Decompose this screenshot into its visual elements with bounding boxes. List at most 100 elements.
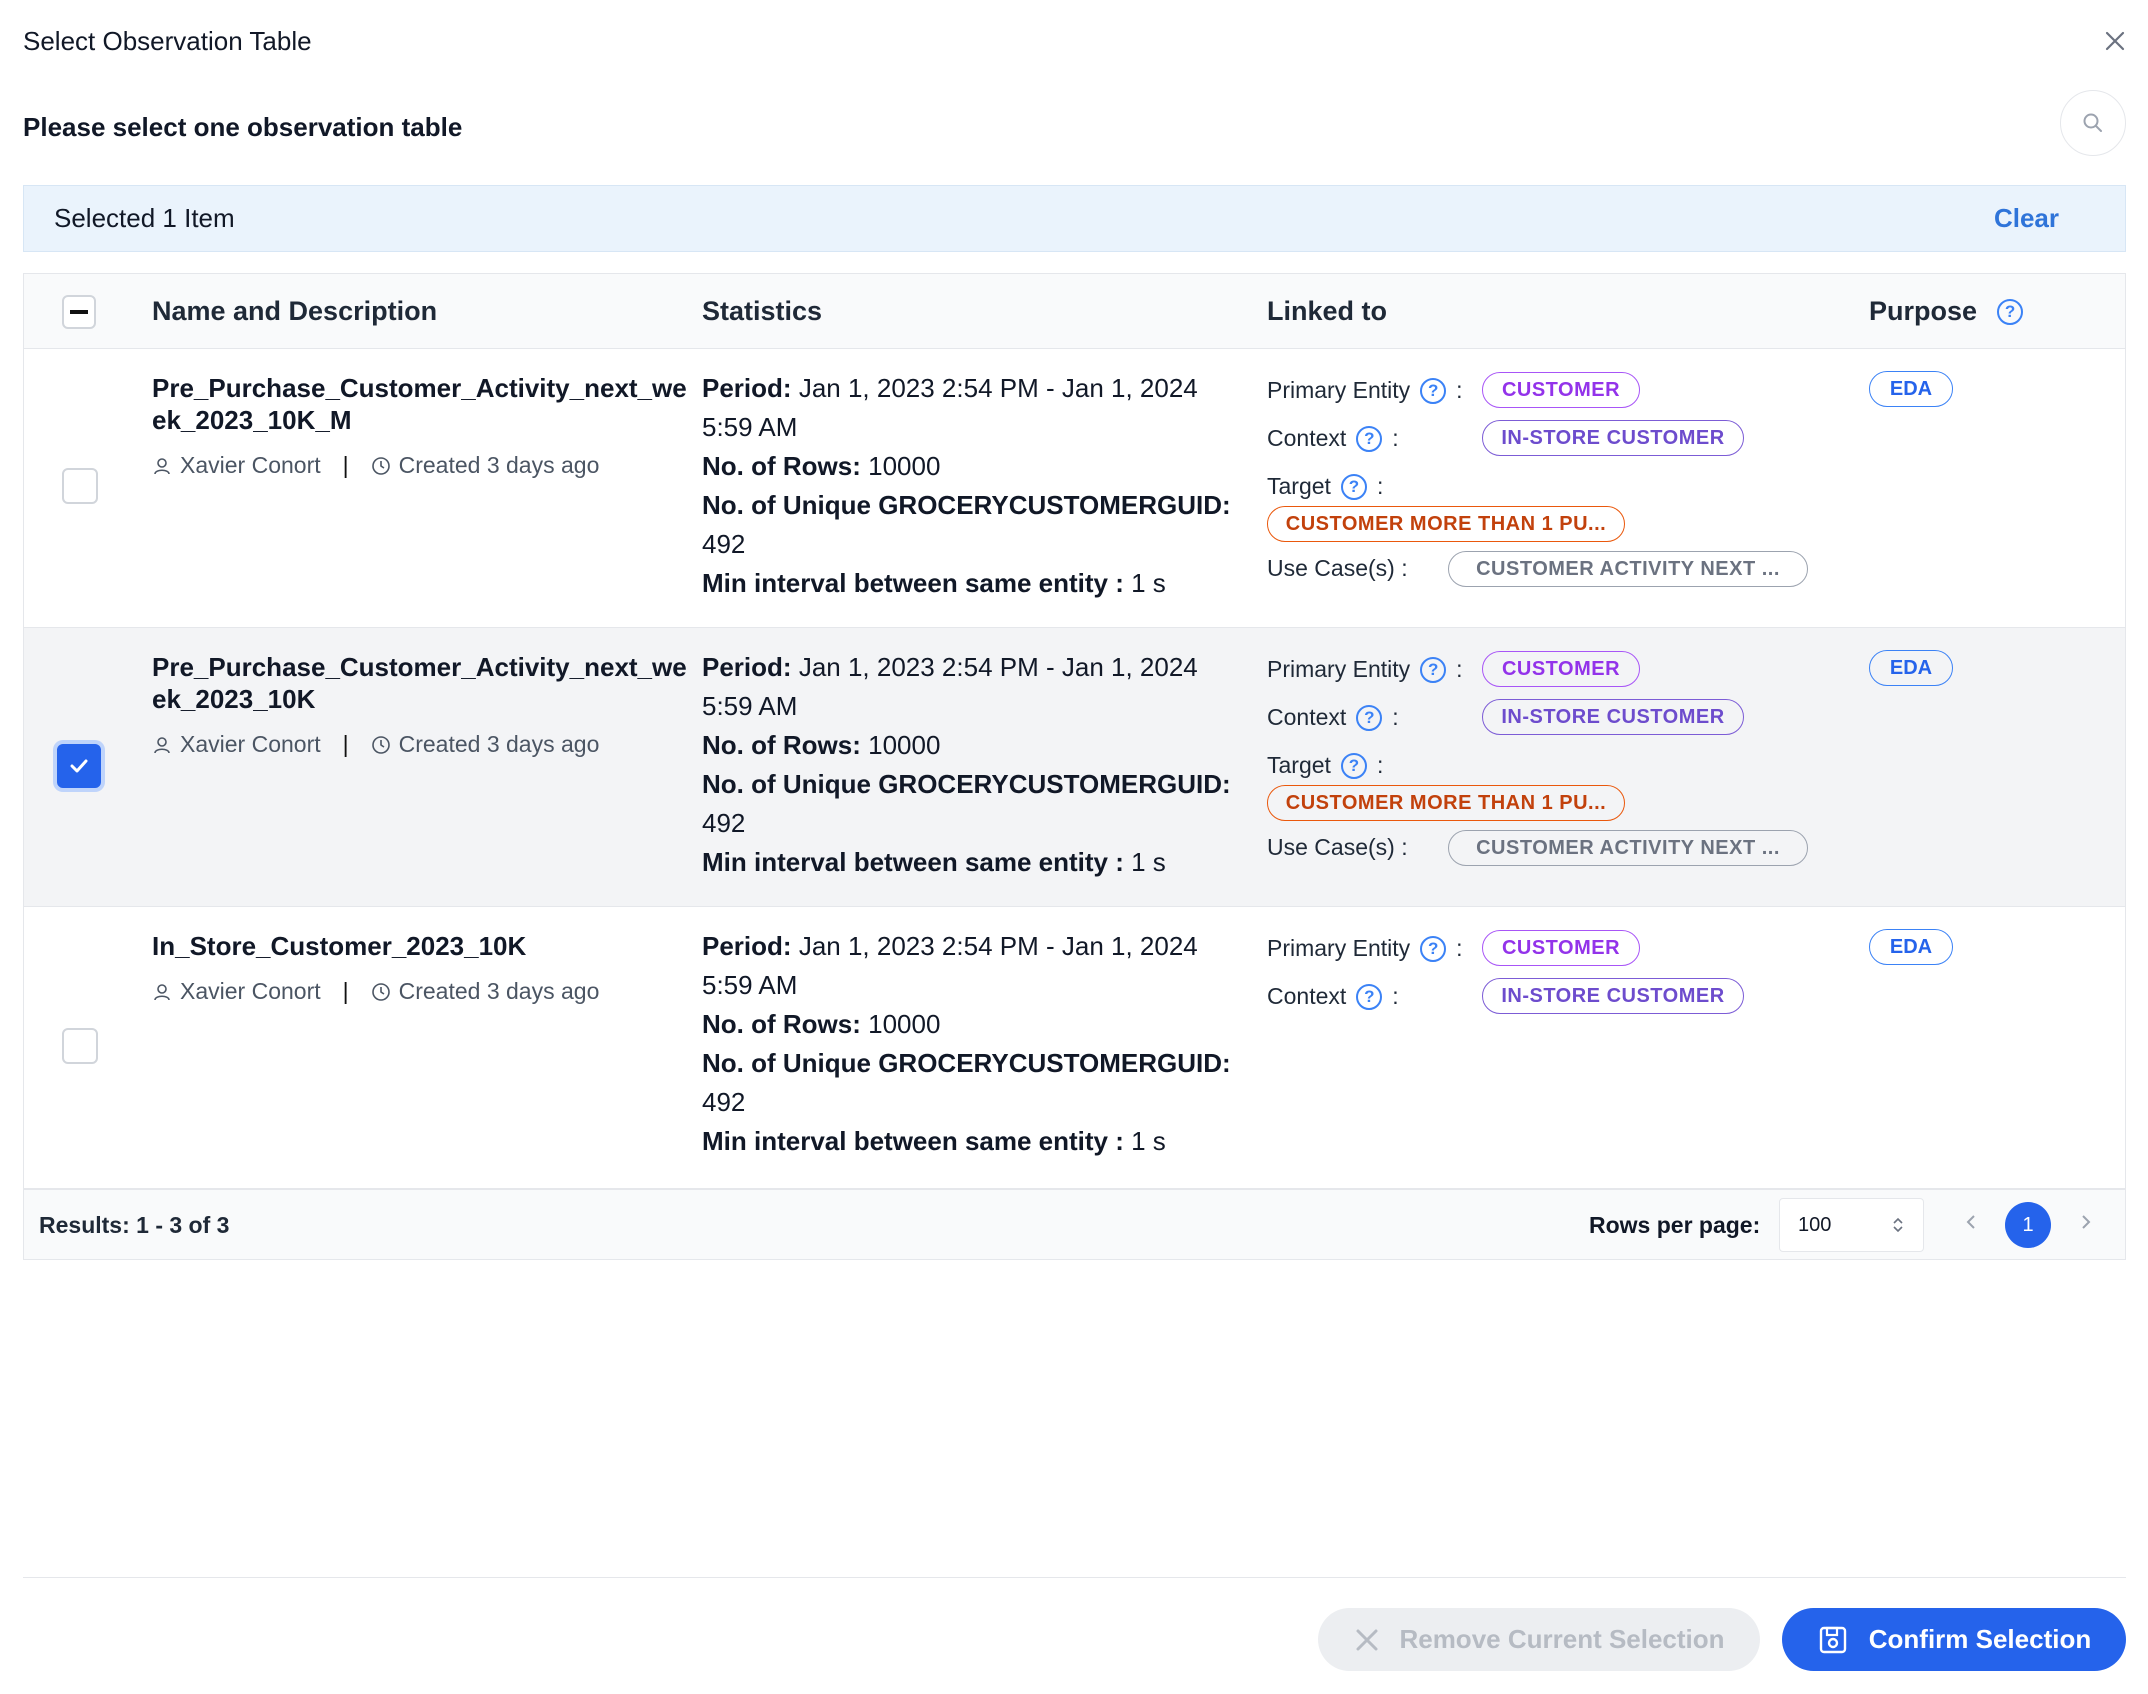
author-name: Xavier Conort <box>180 731 321 757</box>
created-time: Created 3 days ago <box>398 452 600 478</box>
table-name[interactable]: In_Store_Customer_2023_10K <box>152 930 692 962</box>
period-label: Period: <box>702 931 792 961</box>
table-row[interactable]: In_Store_Customer_2023_10K Xavier Conort… <box>24 907 2125 1189</box>
use-case-label: Use Case(s) : <box>1267 555 1408 581</box>
rows-per-page-label: Rows per page: <box>1589 1212 1761 1238</box>
context-label: Context <box>1267 704 1347 730</box>
confirm-selection-button[interactable]: Confirm Selection <box>1782 1608 2126 1671</box>
select-all-checkbox[interactable] <box>62 295 96 329</box>
footer-divider <box>23 1577 2126 1578</box>
row-linked: Primary Entity?: CUSTOMER Context?: IN-S… <box>1267 907 1827 1189</box>
target-label: Target <box>1267 473 1331 499</box>
column-header-name[interactable]: Name and Description <box>152 296 437 327</box>
help-icon[interactable]: ? <box>1356 425 1383 452</box>
rows-label: No. of Rows: <box>702 1009 861 1039</box>
selection-bar: Selected 1 Item Clear <box>23 185 2126 252</box>
help-icon[interactable]: ? <box>1420 656 1447 683</box>
table-footer: Results: 1 - 3 of 3 Rows per page: 100 1 <box>24 1189 2125 1259</box>
clear-button[interactable]: Clear <box>1994 203 2059 234</box>
modal-title: Select Observation Table <box>23 26 312 56</box>
unique-label: No. of Unique GROCERYCUSTOMERGUID: <box>702 490 1231 520</box>
row-checkbox[interactable] <box>62 468 98 504</box>
row-checkbox[interactable] <box>57 744 101 788</box>
column-header-linked[interactable]: Linked to <box>1267 296 1387 327</box>
search-icon <box>2083 113 2102 132</box>
unique-value: 492 <box>702 808 746 838</box>
search-button[interactable] <box>2060 90 2126 156</box>
unique-label: No. of Unique GROCERYCUSTOMERGUID: <box>702 1048 1231 1078</box>
clock-icon <box>371 982 390 1001</box>
period-label: Period: <box>702 373 792 403</box>
interval-value: 1 s <box>1131 568 1166 598</box>
row-statistics: Period: Jan 1, 2023 2:54 PM - Jan 1, 202… <box>702 369 1242 603</box>
context-tag[interactable]: IN-STORE CUSTOMER <box>1482 420 1744 456</box>
help-icon[interactable]: ? <box>1356 704 1383 731</box>
clock-icon <box>371 735 390 754</box>
context-tag[interactable]: IN-STORE CUSTOMER <box>1482 978 1744 1014</box>
unique-label: No. of Unique GROCERYCUSTOMERGUID: <box>702 769 1231 799</box>
help-icon[interactable]: ? <box>1340 752 1367 779</box>
column-header-statistics[interactable]: Statistics <box>702 296 822 327</box>
target-tag[interactable]: CUSTOMER MORE THAN 1 PU... <box>1267 785 1625 821</box>
table-name[interactable]: Pre_Purchase_Customer_Activity_next_week… <box>152 372 692 436</box>
results-count: Results: 1 - 3 of 3 <box>39 1212 230 1238</box>
target-tag[interactable]: CUSTOMER MORE THAN 1 PU... <box>1267 506 1625 542</box>
primary-entity-label: Primary Entity <box>1267 656 1411 682</box>
table-name[interactable]: Pre_Purchase_Customer_Activity_next_week… <box>152 651 692 715</box>
primary-entity-tag[interactable]: CUSTOMER <box>1482 930 1640 966</box>
context-tag[interactable]: IN-STORE CUSTOMER <box>1482 699 1744 735</box>
close-icon[interactable] <box>2104 30 2126 52</box>
author-name: Xavier Conort <box>180 978 321 1004</box>
next-page-button[interactable] <box>2079 1210 2093 1241</box>
author-name: Xavier Conort <box>180 452 321 478</box>
period-label: Period: <box>702 652 792 682</box>
prev-page-button[interactable] <box>1964 1210 1978 1241</box>
page-button-1[interactable]: 1 <box>2005 1202 2051 1248</box>
remove-selection-label: Remove Current Selection <box>1399 1624 1725 1654</box>
help-icon[interactable]: ? <box>1420 935 1447 962</box>
remove-selection-button[interactable]: Remove Current Selection <box>1318 1608 1760 1671</box>
updown-icon <box>1893 1217 1903 1233</box>
help-icon[interactable]: ? <box>1420 377 1447 404</box>
target-label: Target <box>1267 752 1331 778</box>
help-icon[interactable]: ? <box>1340 473 1367 500</box>
rows-label: No. of Rows: <box>702 730 861 760</box>
primary-entity-tag[interactable]: CUSTOMER <box>1482 372 1640 408</box>
created-time: Created 3 days ago <box>398 731 600 757</box>
interval-label: Min interval between same entity : <box>702 847 1124 877</box>
row-checkbox[interactable] <box>62 1028 98 1064</box>
created-time: Created 3 days ago <box>398 978 600 1004</box>
rows-per-page-select[interactable]: 100 <box>1779 1198 1924 1252</box>
chevron-left-icon <box>1966 1215 1975 1229</box>
observation-table: Name and Description Statistics Linked t… <box>23 273 2126 1260</box>
row-meta: Xavier Conort | Created 3 days ago <box>152 452 599 479</box>
primary-entity-tag[interactable]: CUSTOMER <box>1482 651 1640 687</box>
interval-value: 1 s <box>1131 847 1166 877</box>
user-icon <box>154 457 170 474</box>
rows-label: No. of Rows: <box>702 451 861 481</box>
purpose-tag[interactable]: EDA <box>1869 650 1953 686</box>
use-case-tag[interactable]: CUSTOMER ACTIVITY NEXT ... <box>1448 830 1808 866</box>
primary-entity-label: Primary Entity <box>1267 377 1411 403</box>
close-button[interactable] <box>2100 26 2130 56</box>
help-icon[interactable]: ? <box>1997 298 2024 325</box>
use-case-label: Use Case(s) : <box>1267 834 1408 860</box>
user-icon <box>154 983 170 1000</box>
column-header-purpose[interactable]: Purpose ? <box>1869 296 2024 327</box>
clock-icon <box>371 456 390 475</box>
interval-label: Min interval between same entity : <box>702 1126 1124 1156</box>
purpose-tag[interactable]: EDA <box>1869 371 1953 407</box>
purpose-tag[interactable]: EDA <box>1869 929 1953 965</box>
meta-divider: | <box>342 452 349 478</box>
row-statistics: Period: Jan 1, 2023 2:54 PM - Jan 1, 202… <box>702 648 1242 882</box>
chevron-right-icon <box>2082 1215 2091 1229</box>
context-label: Context <box>1267 983 1347 1009</box>
table-row[interactable]: Pre_Purchase_Customer_Activity_next_week… <box>24 349 2125 628</box>
rows-value: 10000 <box>868 1009 941 1039</box>
rows-per-page-value: 100 <box>1798 1213 1832 1236</box>
table-row[interactable]: Pre_Purchase_Customer_Activity_next_week… <box>24 628 2125 907</box>
use-case-tag[interactable]: CUSTOMER ACTIVITY NEXT ... <box>1448 551 1808 587</box>
help-icon[interactable]: ? <box>1356 983 1383 1010</box>
interval-value: 1 s <box>1131 1126 1166 1156</box>
row-meta: Xavier Conort | Created 3 days ago <box>152 978 599 1005</box>
